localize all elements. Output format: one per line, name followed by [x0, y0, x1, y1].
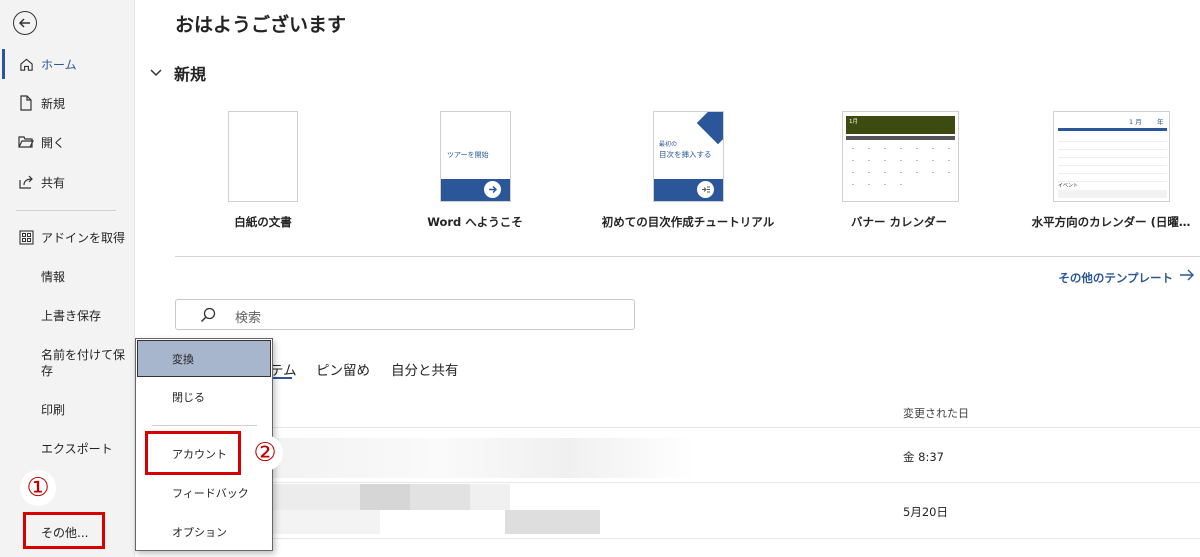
menu-item-feedback[interactable]: フィードバック	[136, 475, 272, 511]
backstage-sidebar: ホーム 新規 開く 共有 アドインを取得 情報 上書き保存 名前を付けて保存 印…	[0, 0, 135, 557]
template-label[interactable]: バナー カレンダー	[851, 214, 947, 230]
sidebar-item-export[interactable]: エクスポート	[0, 433, 135, 463]
sidebar-item-label: 共有	[41, 175, 66, 190]
tab-shared[interactable]: 自分と共有	[391, 359, 459, 379]
tab-pinned[interactable]: ピン留め	[316, 359, 370, 379]
new-section-header[interactable]: 新規	[150, 61, 206, 85]
template-label[interactable]: 初めての目次作成チュートリアル	[602, 214, 774, 230]
sidebar-item-info[interactable]: 情報	[0, 261, 135, 291]
search-placeholder: 検索	[235, 311, 262, 326]
sidebar-divider	[16, 210, 116, 211]
sidebar-item-label: 開く	[41, 135, 66, 150]
addin-icon	[17, 228, 35, 246]
sidebar-item-save[interactable]: 上書き保存	[0, 300, 135, 330]
template-banner-calendar-thumb[interactable]: 1月	[842, 111, 959, 202]
more-templates-link[interactable]: その他のテンプレート	[1058, 270, 1173, 286]
sidebar-item-label: 新規	[41, 96, 66, 111]
menu-item-close[interactable]: 閉じる	[136, 379, 272, 415]
column-header-modified[interactable]: 変更された日	[903, 405, 969, 421]
thumb-text: 目次を挿入する	[659, 150, 712, 159]
sidebar-item-label: エクスポート	[41, 441, 113, 456]
home-icon	[17, 55, 35, 73]
template-label[interactable]: Word へようこそ	[427, 214, 523, 230]
thumb-text: 1 月	[1129, 118, 1142, 126]
thumb-text: ツアーを開始	[447, 151, 489, 159]
corner-ribbon	[696, 112, 723, 145]
template-horizontal-calendar-thumb[interactable]: 1 月 年 イベント	[1053, 111, 1170, 202]
annotation-marker-1: ①	[20, 470, 56, 506]
back-arrow-icon	[18, 18, 30, 28]
annotation-box-account	[145, 431, 241, 475]
arrow-right-icon[interactable]	[1178, 266, 1196, 284]
annotation-marker-2: ②	[247, 435, 283, 471]
annotation-box-more	[23, 512, 105, 549]
row-date: 金 8:37	[903, 450, 944, 464]
template-toc-thumb[interactable]: 最初の 目次を挿入する	[653, 111, 724, 202]
template-label[interactable]: 水平方向のカレンダー (日曜…	[1032, 214, 1191, 230]
template-label[interactable]: 白紙の文書	[234, 214, 292, 230]
back-button[interactable]	[13, 11, 37, 35]
chevron-down-icon	[150, 69, 164, 77]
menu-divider	[152, 425, 257, 426]
sidebar-item-print[interactable]: 印刷	[0, 394, 135, 424]
menu-item-convert[interactable]: 変換	[137, 340, 271, 377]
sidebar-item-save-as[interactable]: 名前を付けて保存	[41, 347, 126, 379]
sidebar-item-label: アドインを取得	[41, 230, 126, 245]
open-folder-icon	[17, 133, 35, 151]
section-divider	[175, 256, 1200, 257]
thumb-text: イベント	[1058, 183, 1079, 189]
template-welcome-thumb[interactable]: ツアーを開始	[440, 111, 511, 202]
calendar-grid-icon	[852, 148, 950, 185]
sidebar-item-label: 上書き保存	[41, 308, 102, 323]
search-input[interactable]: 検索	[175, 299, 635, 330]
thumb-text: 1月	[849, 119, 858, 125]
menu-item-options[interactable]: オプション	[136, 514, 272, 550]
template-blank-thumb[interactable]	[228, 111, 298, 202]
sidebar-item-open[interactable]: 開く	[0, 127, 135, 157]
sidebar-item-new[interactable]: 新規	[0, 88, 135, 118]
sidebar-item-label: 情報	[41, 269, 66, 284]
new-document-icon	[17, 94, 35, 112]
thumb-text: 最初の	[659, 141, 678, 148]
row-date: 5月20日	[903, 505, 948, 519]
row-divider	[270, 538, 1200, 539]
thumb-text: 年	[1157, 118, 1164, 126]
sidebar-item-label: ホーム	[41, 57, 77, 72]
new-section-title: 新規	[174, 65, 207, 84]
search-icon	[200, 307, 216, 323]
row-divider	[270, 482, 1200, 483]
sidebar-item-label: 印刷	[41, 402, 66, 417]
arrow-right-icon	[484, 181, 501, 198]
share-icon	[17, 173, 35, 191]
tab-recent[interactable]: テム	[270, 359, 297, 379]
page-title: おはようございます	[175, 14, 347, 36]
toc-icon	[697, 181, 714, 198]
row-divider	[270, 427, 1200, 428]
sidebar-item-label: 名前を付けて保存	[41, 348, 126, 378]
sidebar-item-get-addins[interactable]: アドインを取得	[0, 222, 135, 252]
sidebar-item-home[interactable]: ホーム	[0, 49, 135, 79]
sidebar-item-share[interactable]: 共有	[0, 167, 135, 197]
tab-active-indicator	[270, 377, 292, 379]
